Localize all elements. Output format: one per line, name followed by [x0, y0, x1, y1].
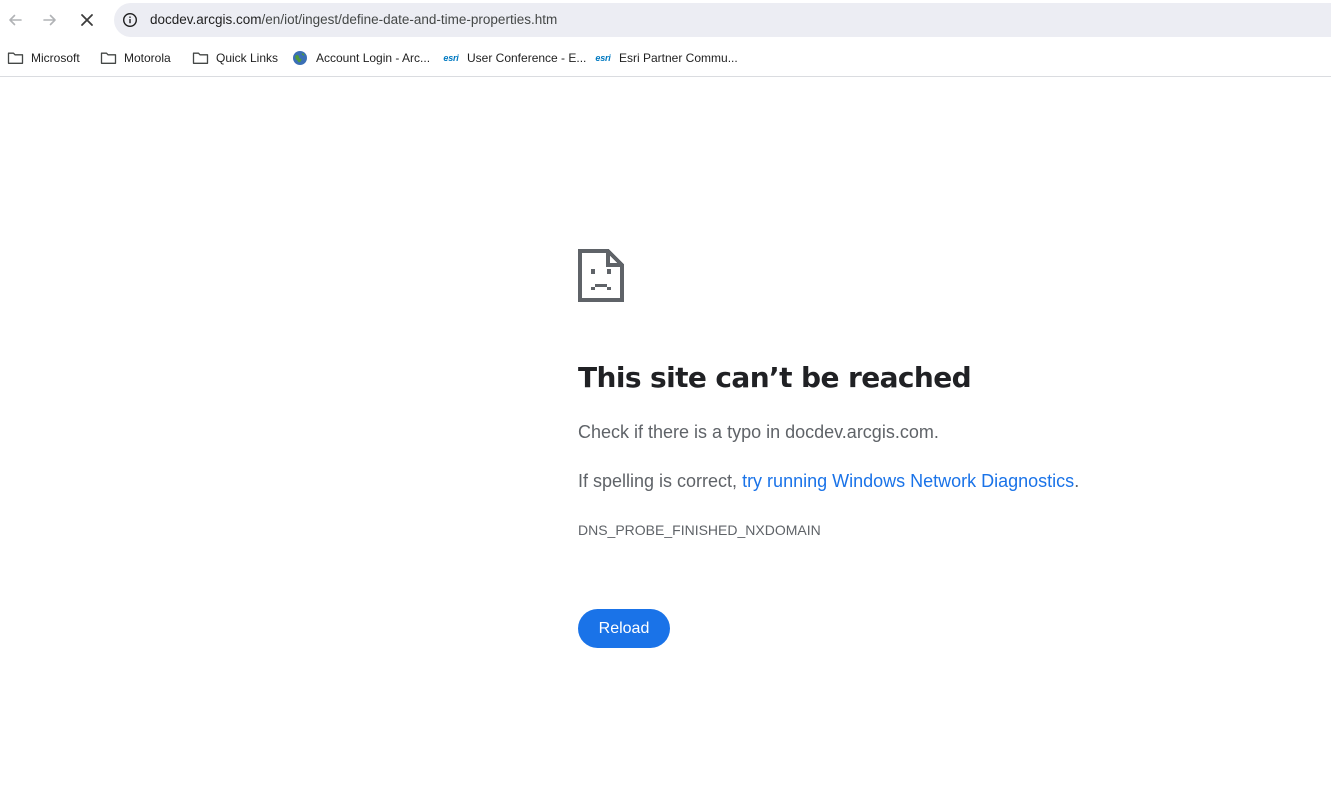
diagnostics-prefix: If spelling is correct, — [578, 471, 743, 491]
url-path: /en/iot/ingest/define-date-and-time-prop… — [261, 12, 558, 27]
info-icon — [122, 12, 138, 28]
globe-icon — [291, 50, 309, 66]
url-host: docdev.arcgis.com — [150, 12, 262, 27]
folder-icon — [6, 50, 24, 66]
folder-icon — [191, 50, 209, 66]
close-icon — [81, 14, 93, 26]
folder-icon — [99, 50, 117, 66]
esri-logo-text: esri — [443, 53, 459, 63]
bookmark-esri-partner[interactable]: esri Esri Partner Commu... — [594, 48, 738, 68]
bookmark-label: Quick Links — [216, 51, 279, 65]
stop-loading-button[interactable] — [73, 6, 101, 34]
error-code: DNS_PROBE_FINISHED_NXDOMAIN — [578, 522, 821, 538]
diagnostics-hint: If spelling is correct, try running Wind… — [578, 471, 1079, 492]
bookmark-label: Motorola — [124, 51, 171, 65]
site-info-button[interactable] — [121, 11, 139, 29]
error-title: This site can’t be reached — [578, 361, 972, 394]
esri-logo: esri — [594, 50, 612, 66]
arrow-left-icon — [9, 14, 22, 26]
browser-toolbar: docdev.arcgis.com/en/iot/ingest/define-d… — [0, 0, 1331, 40]
bookmark-label: Microsoft — [31, 51, 80, 65]
bookmark-account-login[interactable]: Account Login - Arc... — [291, 48, 430, 68]
reload-button[interactable]: Reload — [578, 609, 670, 648]
bookmark-motorola[interactable]: Motorola — [99, 48, 171, 68]
address-bar[interactable]: docdev.arcgis.com/en/iot/ingest/define-d… — [114, 3, 1331, 37]
bookmark-microsoft[interactable]: Microsoft — [6, 48, 80, 68]
bookmark-label: Esri Partner Commu... — [619, 51, 738, 65]
forward-button[interactable] — [36, 6, 64, 34]
bookmark-quick-links[interactable]: Quick Links — [191, 48, 278, 68]
esri-logo-text: esri — [595, 53, 611, 63]
diagnostics-suffix: . — [1074, 471, 1080, 491]
sad-page-icon — [578, 249, 624, 302]
bookmark-label: User Conference - E... — [467, 51, 587, 65]
network-diagnostics-link[interactable]: try running Windows Network Diagnostics — [742, 471, 1074, 491]
esri-logo: esri — [442, 50, 460, 66]
url-text[interactable]: docdev.arcgis.com/en/iot/ingest/define-d… — [150, 12, 557, 27]
bookmarks-bar: Microsoft Motorola Quick Links Account L… — [0, 40, 1331, 77]
arrow-right-icon — [43, 14, 56, 26]
bookmark-user-conference[interactable]: esri User Conference - E... — [442, 48, 586, 68]
back-button[interactable] — [1, 6, 29, 34]
typo-hint: Check if there is a typo in docdev.arcgi… — [578, 422, 939, 442]
bookmark-label: Account Login - Arc... — [316, 51, 431, 65]
